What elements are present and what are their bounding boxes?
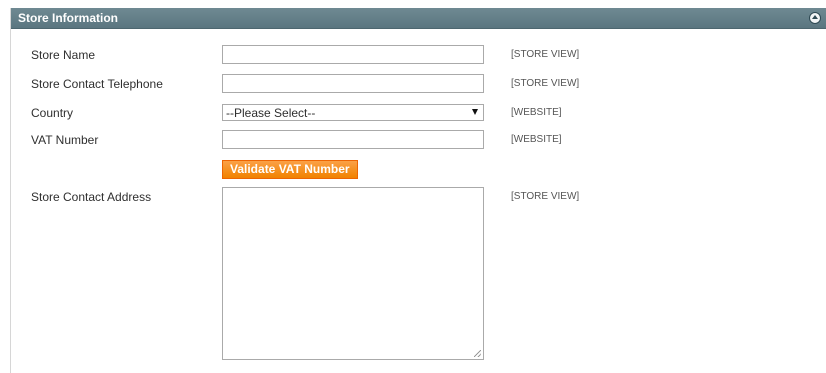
country-select[interactable]: --Please Select--: [222, 104, 484, 121]
store-name-label: Store Name: [31, 48, 96, 62]
panel-header[interactable]: Store Information: [11, 8, 826, 29]
dropdown-arrow-icon: [472, 109, 478, 115]
vat-number-input[interactable]: [222, 130, 484, 149]
vat-number-label: VAT Number: [31, 133, 99, 147]
country-scope: [WEBSITE]: [511, 107, 562, 118]
vat-number-scope: [WEBSITE]: [511, 134, 562, 145]
collapse-icon[interactable]: [809, 12, 821, 24]
address-scope: [STORE VIEW]: [511, 191, 580, 202]
store-name-scope: [STORE VIEW]: [511, 49, 580, 60]
panel-title: Store Information: [18, 11, 119, 25]
address-textarea[interactable]: [222, 187, 484, 360]
country-label: Country: [31, 106, 74, 120]
store-name-input[interactable]: [222, 45, 484, 64]
telephone-label: Store Contact Telephone: [31, 77, 163, 91]
store-information-panel: Store Information Store Name [STORE VIEW…: [10, 8, 826, 373]
telephone-scope: [STORE VIEW]: [511, 78, 580, 89]
telephone-input[interactable]: [222, 74, 484, 93]
address-label: Store Contact Address: [31, 190, 152, 204]
resize-grip-icon[interactable]: [474, 350, 481, 357]
validate-vat-button[interactable]: Validate VAT Number: [222, 160, 358, 179]
country-selected-value: --Please Select--: [226, 106, 316, 120]
